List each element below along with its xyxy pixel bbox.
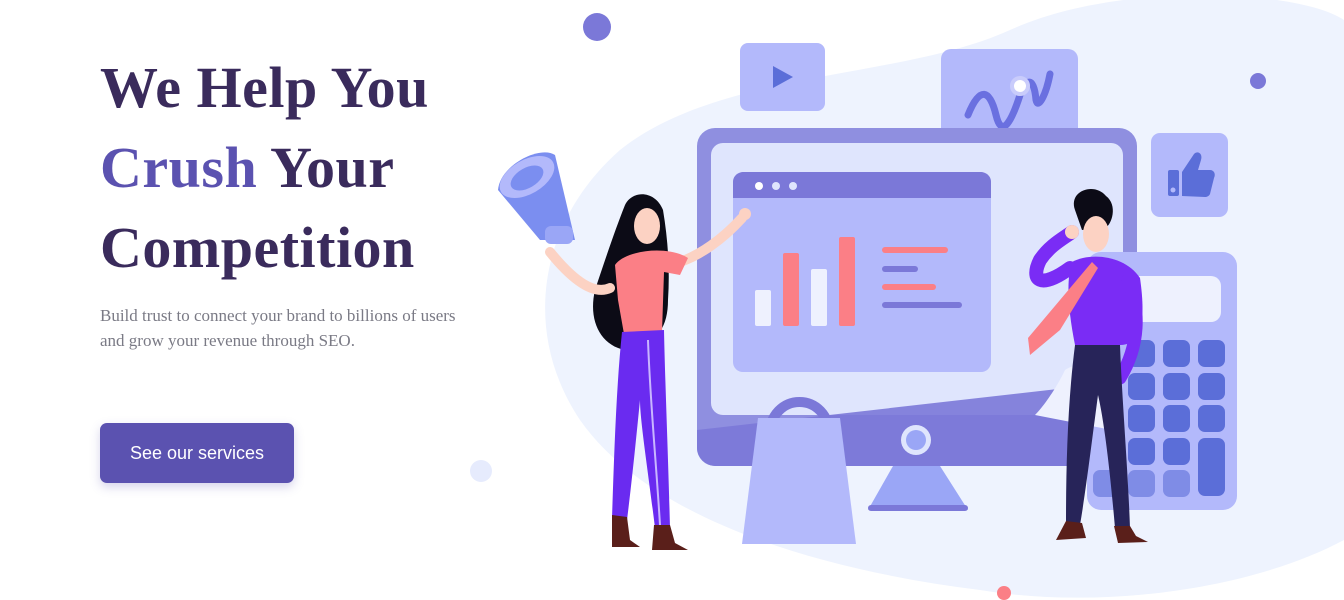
hero-text-block: We Help You Crush Your Competition Build… [100, 48, 520, 483]
see-services-button[interactable]: See our services [100, 423, 294, 483]
decor-dot [1250, 73, 1266, 89]
chart-bar [839, 237, 855, 326]
decor-dot [470, 460, 492, 482]
hero-subtext: Build trust to connect your brand to bil… [100, 306, 456, 350]
headline-line-1: We Help You [100, 55, 429, 120]
decor-dot [997, 586, 1011, 600]
hero-headline: We Help You Crush Your Competition [100, 48, 520, 288]
illustration-svg [470, 0, 1344, 600]
megaphone-icon [498, 152, 575, 244]
shopping-bag-icon [742, 397, 856, 544]
play-icon [740, 43, 825, 111]
headline-accent-word: Crush [100, 135, 258, 200]
headline-line-2-rest: Your [257, 135, 395, 200]
chart-bar [811, 269, 827, 326]
decor-dot [583, 13, 611, 41]
thumbs-up-icon [1151, 133, 1228, 217]
chart-bar [755, 290, 771, 326]
headline-line-3: Competition [100, 215, 415, 280]
chart-bar [783, 253, 799, 326]
dashboard-window [733, 172, 991, 372]
hero-illustration [460, 0, 1344, 600]
headline-line-2: Crush Your [100, 128, 520, 208]
